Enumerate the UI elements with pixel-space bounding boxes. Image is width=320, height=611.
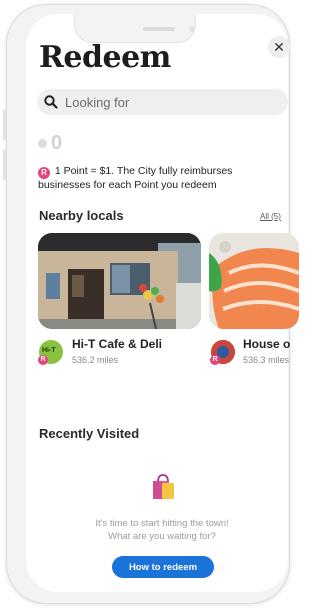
- place-name[interactable]: House o: [243, 337, 298, 351]
- close-button[interactable]: ✕: [268, 36, 290, 58]
- shopping-bag-icon: [153, 474, 174, 499]
- empty-state-line2: What are you waiting for?: [108, 531, 216, 542]
- front-camera: [189, 26, 195, 32]
- reward-badge-icon: R: [38, 355, 48, 365]
- points-info-text: 1 Point = $1. The City fully reimburses …: [38, 165, 233, 191]
- points-info: R 1 Point = $1. The City fully reimburse…: [38, 165, 278, 192]
- volume-button: [3, 150, 6, 180]
- phone-notch: [74, 14, 196, 43]
- place-photo-house[interactable]: [209, 233, 299, 329]
- all-places-link[interactable]: All (5): [260, 212, 281, 221]
- search-placeholder: Looking for: [65, 94, 130, 110]
- coin-icon: [38, 139, 47, 148]
- reward-badge-icon: R: [210, 355, 220, 365]
- points-value: 0: [51, 132, 63, 154]
- search-icon: [44, 95, 58, 109]
- how-to-redeem-button[interactable]: How to redeem: [112, 556, 214, 578]
- storefront-image: [38, 233, 201, 329]
- points-balance: 0: [38, 132, 62, 155]
- place-photo-hi-t[interactable]: [38, 233, 201, 329]
- page-title: Redeem: [39, 40, 171, 75]
- empty-state-line1: It's time to start hitting the town!: [95, 518, 229, 529]
- place-distance: 536.3 miles: [243, 355, 290, 365]
- close-icon: ✕: [273, 39, 285, 55]
- speaker-grille: [143, 27, 175, 31]
- place-distance: 536.2 miles: [72, 355, 119, 365]
- volume-button: [3, 110, 6, 140]
- reward-badge-icon: R: [38, 167, 50, 179]
- recent-title: Recently Visited: [39, 426, 140, 441]
- search-input[interactable]: Looking for: [37, 89, 288, 115]
- place-name[interactable]: Hi-T Cafe & Deli: [72, 337, 162, 351]
- food-image: [209, 233, 299, 329]
- empty-state-message: It's time to start hitting the town! Wha…: [38, 517, 286, 543]
- nearby-title: Nearby locals: [39, 208, 124, 223]
